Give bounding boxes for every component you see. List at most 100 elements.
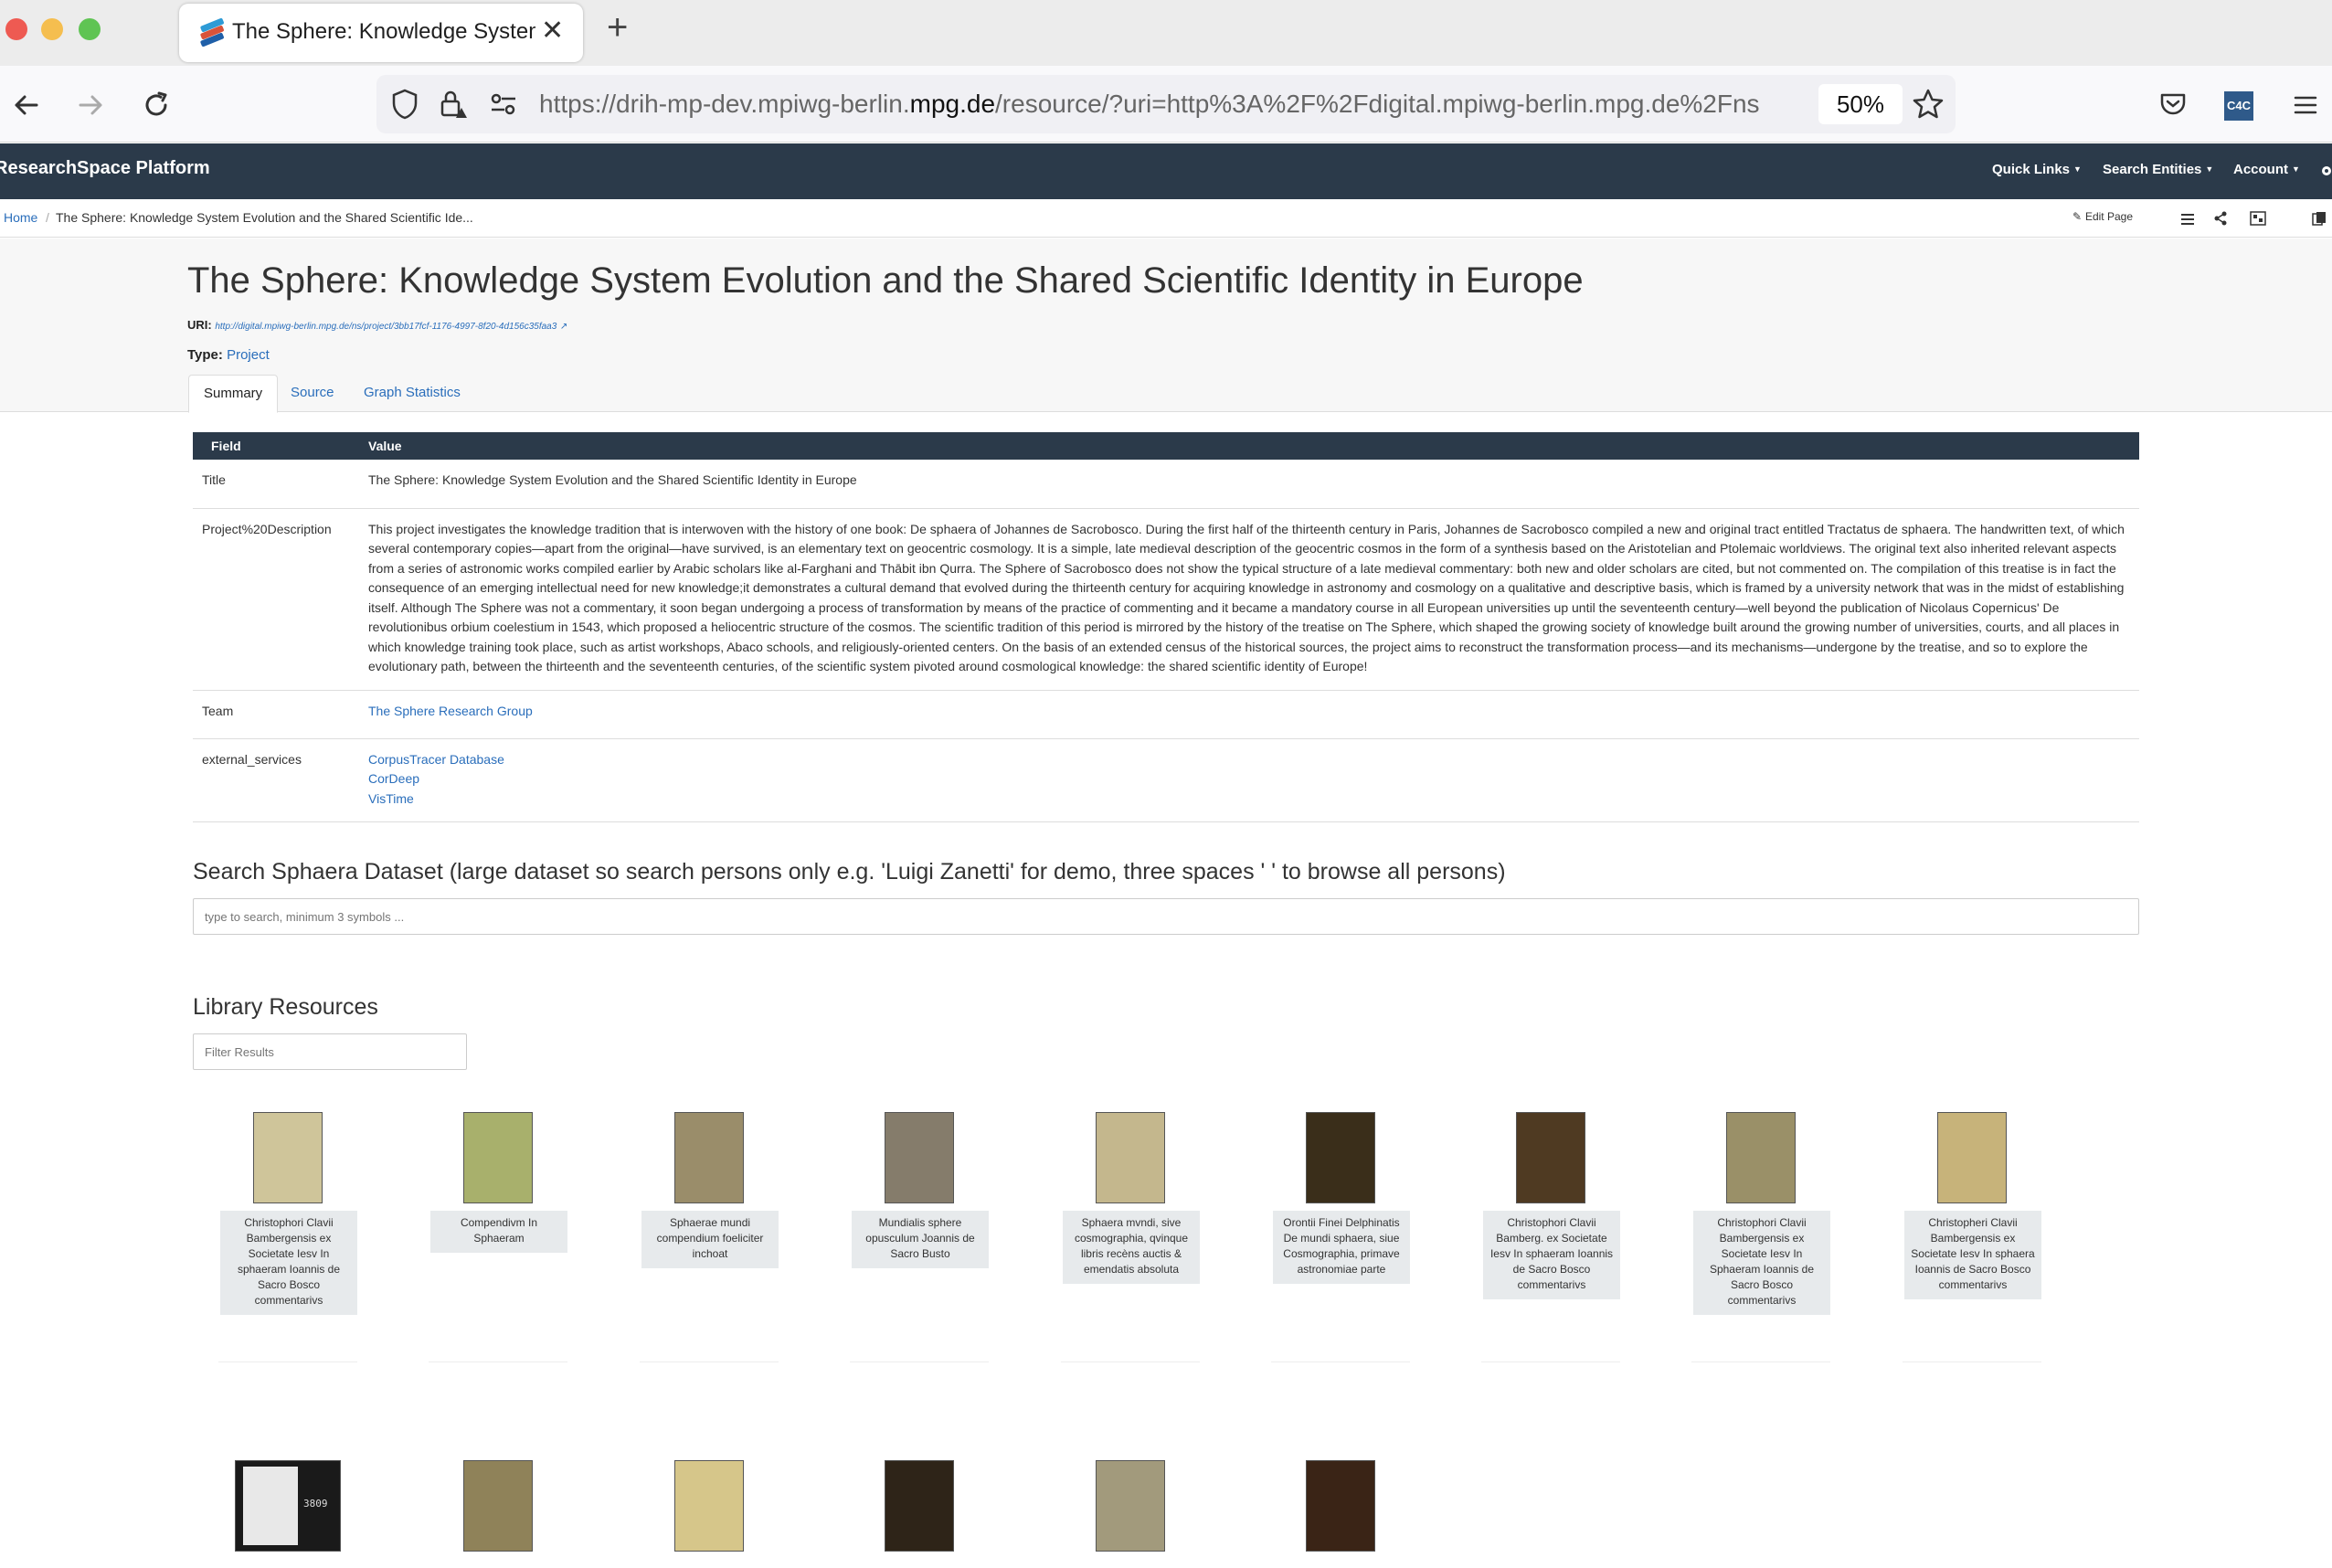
book-cover-thumbnail[interactable]: 3809 <box>235 1460 341 1552</box>
service-link-corpustracer[interactable]: CorpusTracer Database <box>368 750 2130 770</box>
book-title-caption[interactable]: Sphaera mvndi, sive cosmographia, qvinqu… <box>1063 1211 1200 1284</box>
clipboard-icon[interactable] <box>2312 211 2327 226</box>
library-resource-card[interactable]: 3809 <box>218 1447 357 1568</box>
book-title-caption[interactable]: Compendivm In Sphaeram <box>430 1211 567 1253</box>
lock-warning-icon[interactable] <box>437 88 470 121</box>
nav-account[interactable]: Account ▼ <box>2233 162 2300 177</box>
library-resource-card[interactable] <box>1271 1447 1410 1568</box>
pocket-icon[interactable] <box>2158 90 2188 119</box>
book-cover-thumbnail[interactable] <box>1096 1460 1165 1552</box>
library-resource-card[interactable] <box>1061 1447 1200 1568</box>
window-close-button[interactable] <box>5 18 27 40</box>
book-cover-thumbnail[interactable] <box>1937 1112 2007 1203</box>
book-cover-thumbnail[interactable] <box>1726 1112 1796 1203</box>
nav-label: Account <box>2233 162 2288 177</box>
new-tab-button[interactable]: + <box>607 7 628 48</box>
book-title-caption[interactable]: Sphaerae mundi compendium foeliciter inc… <box>641 1211 779 1268</box>
library-resource-card[interactable]: Christopheri Clavii Bambergensis ex Soci… <box>1903 1099 2041 1362</box>
library-resource-card[interactable]: Orontii Finei Delphinatis De mundi sphae… <box>1271 1099 1410 1362</box>
tab-summary[interactable]: Summary <box>188 375 279 413</box>
address-bar[interactable]: https://drih-mp-dev.mpiwg-berlin.mpg.de/… <box>376 75 1956 133</box>
book-cover-thumbnail[interactable] <box>674 1112 744 1203</box>
caret-down-icon: ▼ <box>2073 164 2082 174</box>
edit-page-button[interactable]: ✎ Edit Page <box>2072 208 2133 223</box>
uri-link[interactable]: http://digital.mpiwg-berlin.mpg.de/ns/pr… <box>215 322 556 332</box>
document-page-scan <box>243 1467 298 1545</box>
reload-icon[interactable] <box>141 90 172 121</box>
library-resource-card[interactable] <box>429 1447 567 1568</box>
library-resource-card[interactable] <box>850 1447 989 1568</box>
url-domain: mpg.de <box>909 90 996 118</box>
external-link-icon[interactable]: ↗ <box>560 322 567 332</box>
book-title-caption[interactable]: Christophori Clavii Bamberg. ex Societat… <box>1483 1211 1620 1299</box>
brand-logo-text[interactable]: ResearchSpace Platform <box>0 158 210 179</box>
field-value-table: Field Value Title The Sphere: Knowledge … <box>193 432 2139 822</box>
library-resource-card[interactable]: Christophori Clavii Bambergensis ex Soci… <box>1691 1099 1830 1362</box>
share-graph-icon[interactable] <box>2213 211 2228 226</box>
back-arrow-icon[interactable] <box>11 90 42 121</box>
library-resource-card[interactable]: Sphaera mvndi, sive cosmographia, qvinqu… <box>1061 1099 1200 1362</box>
caret-down-icon: ▼ <box>2205 164 2214 174</box>
url-text[interactable]: https://drih-mp-dev.mpiwg-berlin.mpg.de/… <box>539 90 1800 119</box>
zoom-level-badge[interactable]: 50% <box>1818 84 1903 124</box>
filter-results-input[interactable] <box>193 1033 467 1070</box>
book-cover-thumbnail[interactable] <box>1306 1460 1375 1552</box>
team-link[interactable]: The Sphere Research Group <box>368 702 2130 722</box>
library-resource-card[interactable]: Sphaerae mundi compendium foeliciter inc… <box>640 1099 779 1362</box>
library-resource-card[interactable]: Christophori Clavii Bamberg. ex Societat… <box>1481 1099 1620 1362</box>
book-title-caption[interactable]: Orontii Finei Delphinatis De mundi sphae… <box>1273 1211 1410 1284</box>
library-resource-card[interactable] <box>640 1447 779 1568</box>
c4c-extension-icon[interactable]: C4C <box>2224 91 2253 121</box>
book-cover-thumbnail[interactable] <box>463 1112 533 1203</box>
library-resource-card[interactable]: Christophori Clavii Bambergensis ex Soci… <box>218 1099 357 1362</box>
researchspace-favicon-icon <box>200 18 224 47</box>
book-cover-thumbnail[interactable] <box>1306 1112 1375 1203</box>
table-row-team: Team The Sphere Research Group <box>193 690 2139 739</box>
tab-close-icon[interactable]: ✕ <box>541 15 564 47</box>
forward-arrow-icon[interactable] <box>75 90 106 121</box>
breadcrumb-home-link[interactable]: Home <box>4 210 37 225</box>
tab-source[interactable]: Source <box>276 375 349 413</box>
uri-row: URI: http://digital.mpiwg-berlin.mpg.de/… <box>187 318 567 332</box>
book-title-caption[interactable]: Christopheri Clavii Bambergensis ex Soci… <box>1904 1211 2041 1299</box>
sphaera-search-input[interactable] <box>193 898 2139 935</box>
browser-tab-active[interactable]: The Sphere: Knowledge System Evolution a… <box>179 4 583 62</box>
tab-graph-statistics[interactable]: Graph Statistics <box>349 375 475 413</box>
bookmark-star-icon[interactable] <box>1912 88 1945 121</box>
diagram-icon[interactable] <box>2250 211 2266 226</box>
edit-page-label: Edit Page <box>2084 210 2133 223</box>
library-resource-card[interactable]: Mundialis sphere opusculum Joannis de Sa… <box>850 1099 989 1362</box>
nav-search-entities[interactable]: Search Entities ▼ <box>2103 162 2213 177</box>
list-view-icon[interactable] <box>2180 213 2195 226</box>
book-cover-thumbnail[interactable] <box>1096 1112 1165 1203</box>
book-cover-thumbnail[interactable] <box>463 1460 533 1552</box>
book-title-caption[interactable]: Mundialis sphere opusculum Joannis de Sa… <box>852 1211 989 1268</box>
book-cover-thumbnail[interactable] <box>885 1112 954 1203</box>
type-link[interactable]: Project <box>227 347 270 363</box>
breadcrumb-current: The Sphere: Knowledge System Evolution a… <box>56 210 473 225</box>
book-cover-thumbnail[interactable] <box>674 1460 744 1552</box>
book-cover-thumbnail[interactable] <box>1516 1112 1585 1203</box>
type-row: Type: Project <box>187 347 270 363</box>
shield-icon[interactable] <box>389 88 420 121</box>
field-value: This project investigates the knowledge … <box>359 508 2139 691</box>
nav-quick-links[interactable]: Quick Links ▼ <box>1992 162 2082 177</box>
book-title-caption[interactable]: Christophori Clavii Bambergensis ex Soci… <box>1693 1211 1830 1315</box>
service-link-vistime[interactable]: VisTime <box>368 789 2130 810</box>
book-title-caption[interactable]: Christophori Clavii Bambergensis ex Soci… <box>220 1211 357 1315</box>
window-zoom-button[interactable] <box>79 18 101 40</box>
library-resource-card[interactable]: Compendivm In Sphaeram <box>429 1099 567 1362</box>
gear-icon[interactable] <box>2319 164 2332 178</box>
table-header-row: Field Value <box>193 432 2139 460</box>
book-cover-thumbnail[interactable] <box>885 1460 954 1552</box>
site-settings-icon[interactable] <box>488 90 519 119</box>
book-cover-thumbnail[interactable] <box>253 1112 323 1203</box>
page-title: The Sphere: Knowledge System Evolution a… <box>187 260 1584 301</box>
url-prefix: https://drih-mp-dev.mpiwg-berlin. <box>539 90 910 118</box>
service-link-cordeep[interactable]: CorDeep <box>368 769 2130 789</box>
nav-label: Search Entities <box>2103 162 2202 177</box>
pencil-icon: ✎ <box>2072 210 2083 223</box>
window-minimize-button[interactable] <box>41 18 63 40</box>
hamburger-menu-icon[interactable] <box>2292 91 2319 119</box>
table-row-description: Project%20Description This project inves… <box>193 508 2139 691</box>
